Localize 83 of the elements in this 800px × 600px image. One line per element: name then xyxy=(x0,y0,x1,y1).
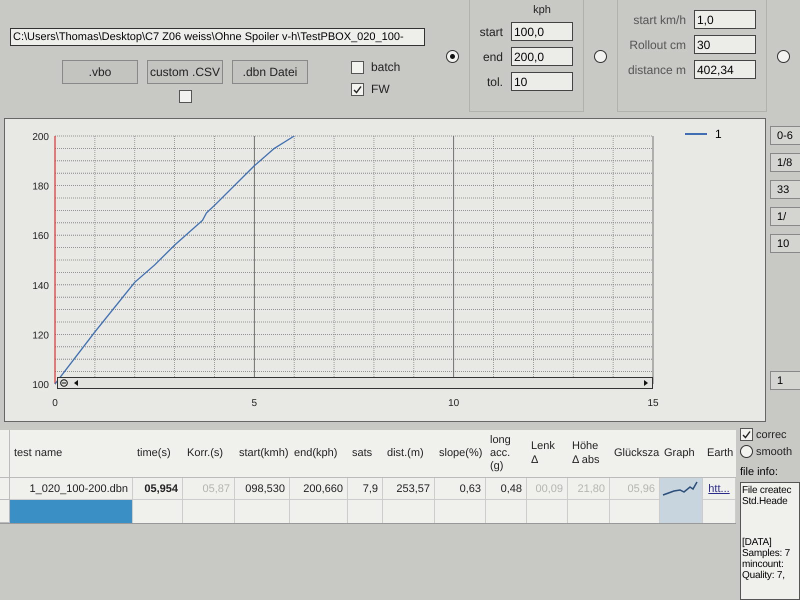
scroll-left-icon[interactable] xyxy=(73,379,79,387)
input-field[interactable]: 100,0 xyxy=(510,22,573,41)
info-line: Samples: 7 xyxy=(742,548,790,559)
table-cell: 7,9 xyxy=(348,478,383,500)
legend-label: 1 xyxy=(715,127,722,141)
x-tick-label: 0 xyxy=(52,398,58,409)
y-tick-label: 140 xyxy=(32,280,49,292)
map-link[interactable]: htt... xyxy=(708,482,730,494)
column-header[interactable]: slope(%) xyxy=(435,430,486,478)
selected-cell[interactable] xyxy=(10,500,133,523)
info-line: Std.Heade xyxy=(742,496,788,507)
column-header[interactable]: Glücksza xyxy=(610,430,660,478)
radio-button[interactable] xyxy=(740,445,753,458)
checkbox-label: FW xyxy=(371,82,390,96)
preset-button[interactable]: 33 xyxy=(770,180,800,199)
field-label: tol. xyxy=(486,74,503,88)
file-type-button[interactable]: custom .CSV xyxy=(147,60,223,84)
column-header[interactable]: Earth xyxy=(703,430,736,478)
mode-radio[interactable] xyxy=(777,50,790,62)
table-cell: 098,530 xyxy=(235,478,290,500)
checkbox[interactable] xyxy=(178,90,192,103)
column-header[interactable]: end(kph) xyxy=(290,430,348,478)
field-label: Rollout cm xyxy=(628,38,686,52)
column-header[interactable]: test name xyxy=(10,430,133,478)
table-cell: 253,57 xyxy=(383,478,435,500)
column-header[interactable]: time(s) xyxy=(133,430,183,478)
y-tick-label: 180 xyxy=(32,182,49,193)
file-type-button[interactable]: .vbo xyxy=(62,60,138,84)
table-cell: 0,48 xyxy=(486,478,527,500)
table-cell: 200,660 xyxy=(290,478,348,500)
x-tick-label: 10 xyxy=(448,398,460,409)
info-line: File createc xyxy=(742,485,792,496)
input-field[interactable]: 30 xyxy=(694,35,756,54)
table-cell: 21,80 xyxy=(568,478,610,500)
y-tick-label: 160 xyxy=(32,231,49,242)
column-header[interactable]: dist.(m) xyxy=(383,430,435,478)
column-header[interactable]: start(kmh) xyxy=(235,430,290,478)
option-label: correc xyxy=(756,428,787,440)
zoom-reset-icon[interactable] xyxy=(60,379,68,387)
field-label: end xyxy=(482,50,503,64)
column-header[interactable]: Korr.(s) xyxy=(183,430,235,478)
field-label: start xyxy=(480,24,503,38)
table-cell: 00,09 xyxy=(527,478,568,500)
field-label: start km/h xyxy=(632,12,686,26)
preset-button[interactable]: 1 xyxy=(770,371,800,390)
column-header[interactable]: long acc.(g) xyxy=(486,430,527,478)
table-cell: 0,63 xyxy=(435,478,486,500)
input-field[interactable]: 402,34 xyxy=(694,60,756,79)
checkbox[interactable] xyxy=(740,428,753,441)
info-line: [DATA] xyxy=(742,537,772,548)
preset-button[interactable]: 10 xyxy=(770,234,800,253)
file-info-label: file info: xyxy=(740,466,779,478)
x-tick-label: 5 xyxy=(252,398,258,409)
info-line: Quality: 7, xyxy=(742,570,785,581)
column-header[interactable]: Höhe Δ abs xyxy=(568,430,610,478)
table-cell: 05,954 xyxy=(133,478,183,500)
file-path-field[interactable]: C:\Users\Thomas\Desktop\C7 Z06 weiss\Ohne Spoiler v-h\TestPBOX_020_100- xyxy=(10,28,425,46)
mode-radio[interactable] xyxy=(446,50,459,62)
field-label: distance m xyxy=(628,62,686,76)
preset-button[interactable]: 0-6 xyxy=(770,126,800,145)
input-field[interactable]: 1,0 xyxy=(694,10,756,29)
legend-line xyxy=(685,133,707,135)
x-tick-label: 15 xyxy=(647,398,659,409)
horizontal-scrollbar[interactable] xyxy=(57,377,653,389)
column-header[interactable]: Lenk Δ xyxy=(527,430,568,478)
y-tick-label: 200 xyxy=(32,132,49,143)
input-field[interactable]: 10 xyxy=(510,72,573,91)
checkbox[interactable] xyxy=(351,82,364,96)
input-field[interactable]: 200,0 xyxy=(510,47,573,66)
unit-label: kph xyxy=(532,4,552,16)
preset-button[interactable]: 1/ xyxy=(770,207,800,226)
option-label: smooth xyxy=(756,446,792,458)
scroll-right-icon[interactable] xyxy=(643,379,649,387)
table-cell: 05,87 xyxy=(183,478,235,500)
file-type-button[interactable]: .dbn Datei xyxy=(232,60,308,84)
y-tick-label: 100 xyxy=(32,380,49,391)
info-line: mincount: xyxy=(742,559,784,570)
y-tick-label: 120 xyxy=(32,330,49,342)
preset-button[interactable]: 1/8 xyxy=(770,153,800,172)
mode-radio[interactable] xyxy=(594,50,607,62)
checkbox-label: batch xyxy=(371,60,400,74)
column-header[interactable]: sats xyxy=(348,430,383,478)
checkbox[interactable] xyxy=(351,60,364,74)
